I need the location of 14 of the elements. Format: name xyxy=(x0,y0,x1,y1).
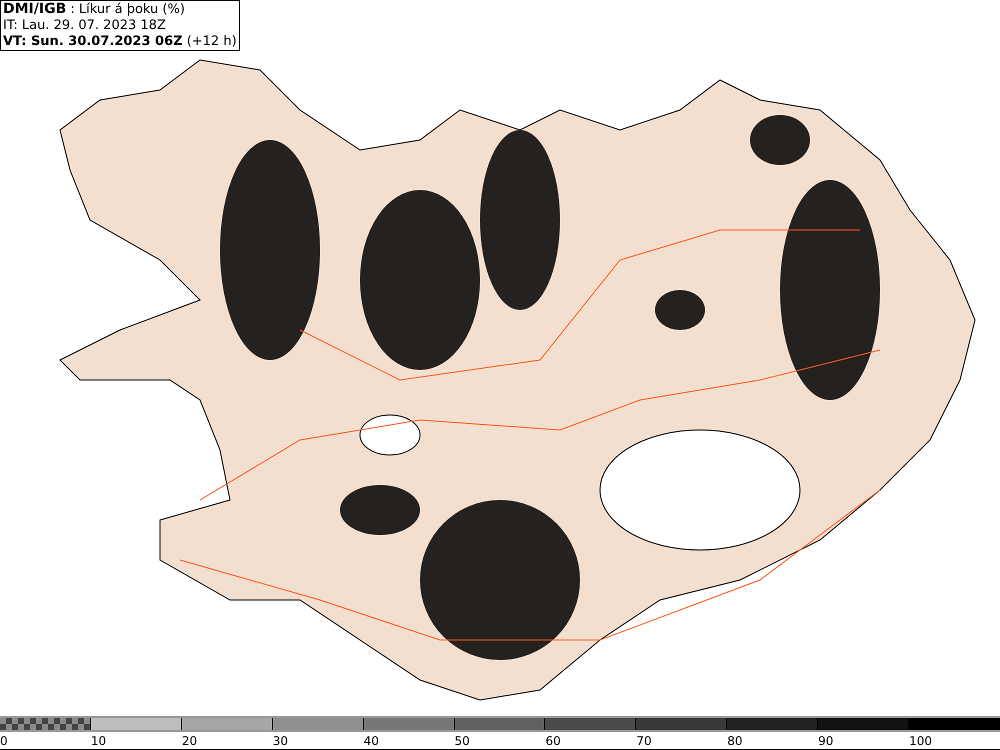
legend-tick-label: 30 xyxy=(272,733,288,750)
legend-tick-label: 20 xyxy=(182,733,198,750)
legend-tick-label: 70 xyxy=(636,733,652,750)
legend-tick-label: 100 xyxy=(909,733,932,750)
legend-tick-label: 0 xyxy=(0,733,8,750)
issue-time: IT: Lau. 29. 07. 2023 18Z xyxy=(3,18,167,34)
legend-tick-label: 10 xyxy=(90,733,106,750)
valid-time: VT: Sun. 30.07.2023 06Z (+12 h) xyxy=(3,34,237,50)
legend-tick-label: 90 xyxy=(818,733,834,750)
legend-tick-label: 60 xyxy=(545,733,561,750)
product-title: DMI/IGB : Líkur á þoku (%) xyxy=(3,1,186,18)
legend-tick-label: 50 xyxy=(454,733,470,750)
legend-tick-label: 40 xyxy=(364,733,379,750)
legend-tick-label: 80 xyxy=(727,733,743,750)
